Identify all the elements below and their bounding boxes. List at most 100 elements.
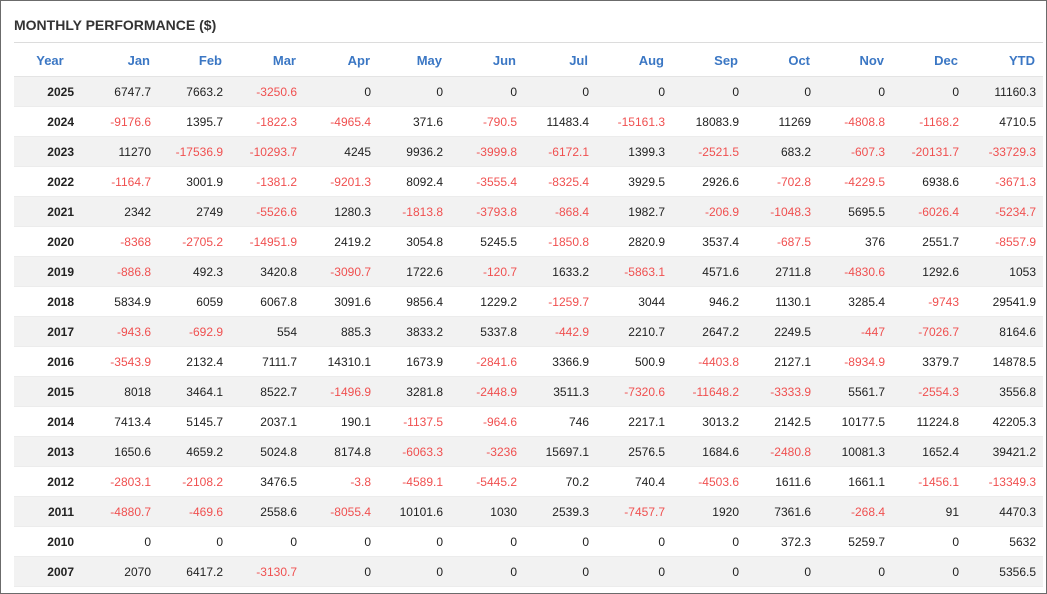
value-cell-dec: -20131.7 [892, 136, 966, 167]
value-cell-aug: 2217.1 [596, 406, 672, 437]
year-cell: 2011 [14, 496, 86, 527]
value-cell-nov: 10081.3 [818, 436, 892, 467]
value-cell-nov: -4830.6 [818, 256, 892, 287]
value-cell-ytd: -8557.9 [966, 226, 1043, 257]
table-row-2007: 2007 2070 6417.2 -3130.7 0 0 0 0 0 0 0 0 0 5356.5 [14, 556, 1043, 587]
value-cell-feb: 3001.9 [158, 166, 230, 197]
table-title: MONTHLY PERFORMANCE ($) [14, 17, 217, 33]
value-cell-jun: -120.7 [450, 256, 524, 287]
value-cell-sep: 2926.6 [672, 166, 746, 197]
table-row-2025: 2025 6747.7 7663.2 -3250.6 0 0 0 0 0 0 0 0 0 11160.3 [14, 76, 1043, 107]
value-cell-may: 3281.8 [378, 376, 450, 407]
value-cell-dec: -2554.3 [892, 376, 966, 407]
value-cell-sep: 18083.9 [672, 106, 746, 137]
value-cell-may: -4589.1 [378, 466, 450, 497]
value-cell-jan: 8018 [86, 376, 158, 407]
column-header-feb: Feb [158, 45, 230, 77]
value-cell-apr: 2419.2 [304, 226, 378, 257]
value-cell-oct: -687.5 [746, 226, 818, 257]
value-cell-jan: -8368 [86, 226, 158, 257]
value-cell-ytd: 5632 [966, 526, 1043, 557]
value-cell-jun: -5445.2 [450, 466, 524, 497]
value-cell-jul: -868.4 [524, 196, 596, 227]
value-cell-sep: 0 [672, 556, 746, 587]
value-cell-jun: 0 [450, 526, 524, 557]
value-cell-ytd: 1053 [966, 256, 1043, 287]
value-cell-dec: 0 [892, 556, 966, 587]
value-cell-sep: 1920 [672, 496, 746, 527]
value-cell-dec: 0 [892, 76, 966, 107]
column-header-oct: Oct [746, 45, 818, 77]
value-cell-jul: -1259.7 [524, 286, 596, 317]
column-header-jan: Jan [86, 45, 158, 77]
value-cell-jan: 6747.7 [86, 76, 158, 107]
value-cell-jul: 11483.4 [524, 106, 596, 137]
value-cell-nov: -607.3 [818, 136, 892, 167]
value-cell-jul: 0 [524, 76, 596, 107]
value-cell-jul: 3511.3 [524, 376, 596, 407]
column-header-jul: Jul [524, 45, 596, 77]
value-cell-nov: -447 [818, 316, 892, 347]
value-cell-jul: 1633.2 [524, 256, 596, 287]
value-cell-dec: 6938.6 [892, 166, 966, 197]
value-cell-ytd: 5356.5 [966, 556, 1043, 587]
value-cell-apr: -3090.7 [304, 256, 378, 287]
value-cell-oct: 1130.1 [746, 286, 818, 317]
value-cell-feb: 1395.7 [158, 106, 230, 137]
year-cell: 2018 [14, 286, 86, 317]
value-cell-dec: 91 [892, 496, 966, 527]
value-cell-oct: 372.3 [746, 526, 818, 557]
value-cell-feb: -469.6 [158, 496, 230, 527]
value-cell-nov: 3285.4 [818, 286, 892, 317]
value-cell-jun: -2448.9 [450, 376, 524, 407]
value-cell-jan: 0 [86, 526, 158, 557]
table-row-2016: 2016 -3543.9 2132.4 7111.7 14310.1 1673.9 -284… [14, 346, 1043, 377]
value-cell-dec: -6026.4 [892, 196, 966, 227]
value-cell-may: 0 [378, 76, 450, 107]
value-cell-may: 0 [378, 526, 450, 557]
value-cell-apr: -1496.9 [304, 376, 378, 407]
year-cell: 2020 [14, 226, 86, 257]
value-cell-apr: 4245 [304, 136, 378, 167]
year-cell: 2013 [14, 436, 86, 467]
value-cell-sep: -4503.6 [672, 466, 746, 497]
year-cell: 2010 [14, 526, 86, 557]
value-cell-jun: 1229.2 [450, 286, 524, 317]
value-cell-ytd: 3556.8 [966, 376, 1043, 407]
value-cell-jul: 15697.1 [524, 436, 596, 467]
column-header-sep: Sep [672, 45, 746, 77]
year-cell: 2017 [14, 316, 86, 347]
column-header-jun: Jun [450, 45, 524, 77]
value-cell-mar: 7111.7 [230, 346, 304, 377]
value-cell-apr: 885.3 [304, 316, 378, 347]
value-cell-nov: 1661.1 [818, 466, 892, 497]
value-cell-mar: 2037.1 [230, 406, 304, 437]
value-cell-aug: 0 [596, 526, 672, 557]
value-cell-mar: -1381.2 [230, 166, 304, 197]
value-cell-jul: 2539.3 [524, 496, 596, 527]
value-cell-apr: 0 [304, 526, 378, 557]
value-cell-mar: 6067.8 [230, 286, 304, 317]
value-cell-jun: -790.5 [450, 106, 524, 137]
value-cell-apr: 190.1 [304, 406, 378, 437]
value-cell-apr: -9201.3 [304, 166, 378, 197]
value-cell-aug: 3929.5 [596, 166, 672, 197]
value-cell-jul: -442.9 [524, 316, 596, 347]
table-header-row: Year Jan Feb Mar Apr May Jun Jul Aug Sep Oct Nov Dec… [14, 45, 1043, 77]
value-cell-oct: 2711.8 [746, 256, 818, 287]
year-cell: 2023 [14, 136, 86, 167]
value-cell-jan: -3543.9 [86, 346, 158, 377]
value-cell-jan: 1650.6 [86, 436, 158, 467]
value-cell-feb: 0 [158, 526, 230, 557]
value-cell-jul: 0 [524, 556, 596, 587]
value-cell-sep: 3537.4 [672, 226, 746, 257]
value-cell-apr: -4965.4 [304, 106, 378, 137]
value-cell-mar: 3420.8 [230, 256, 304, 287]
value-cell-jun: 5245.5 [450, 226, 524, 257]
value-cell-nov: 0 [818, 76, 892, 107]
value-cell-may: 10101.6 [378, 496, 450, 527]
value-cell-sep: -2521.5 [672, 136, 746, 167]
column-header-ytd: YTD [966, 45, 1043, 77]
value-cell-jun: 5337.8 [450, 316, 524, 347]
value-cell-mar: 5024.8 [230, 436, 304, 467]
